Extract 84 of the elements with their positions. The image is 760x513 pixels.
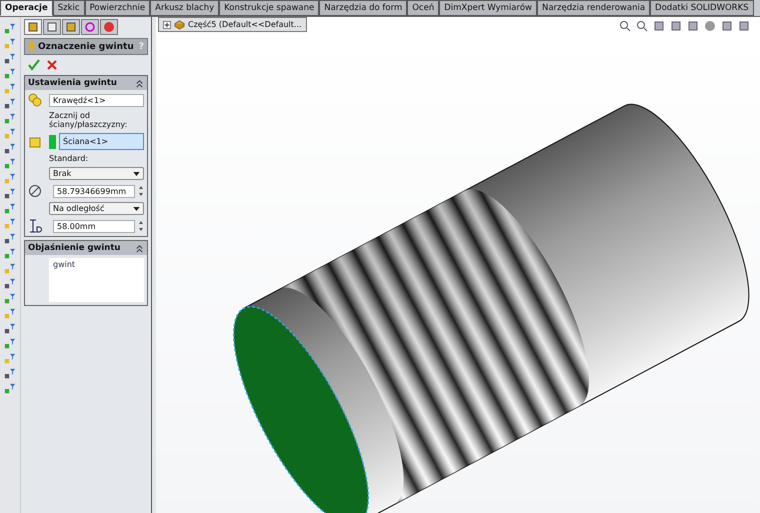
tab-icon: [103, 21, 115, 33]
panel-tab[interactable]: [43, 19, 61, 35]
panel-splitter-handle[interactable]: [151, 17, 156, 513]
filter-icon[interactable]: [4, 143, 16, 155]
panel-tab[interactable]: [24, 19, 42, 35]
thread-icon: [28, 41, 35, 52]
panel-title: Oznaczenie gwintu: [38, 42, 135, 52]
panel-tab[interactable]: [100, 19, 118, 35]
filter-icon[interactable]: [4, 323, 16, 335]
diameter-field[interactable]: 58.79346699mm: [53, 184, 135, 198]
command-tab[interactable]: Powierzchnie: [84, 0, 150, 16]
tab-icon: [84, 21, 96, 33]
part-icon: [174, 19, 185, 30]
tab-icon: [46, 21, 58, 33]
group-header[interactable]: Objaśnienie gwintu: [25, 241, 147, 255]
edge-icon: [28, 93, 42, 107]
diameter-icon: [28, 184, 42, 198]
command-tab[interactable]: Narzędzia renderowania: [536, 0, 650, 16]
spinner-icon[interactable]: [138, 185, 144, 197]
face-icon: [28, 134, 42, 148]
part-name: Część5 (Default<<Default...: [188, 20, 302, 29]
group-title: Ustawienia gwintu: [28, 78, 117, 88]
view-tool-icon[interactable]: [687, 20, 699, 32]
filter-icon[interactable]: [4, 278, 16, 290]
view-tool-icon[interactable]: [721, 20, 733, 32]
filter-icon[interactable]: [4, 68, 16, 80]
filter-icon[interactable]: [4, 338, 16, 350]
filter-icon[interactable]: [4, 203, 16, 215]
face-field[interactable]: Ściana<1>: [59, 133, 144, 150]
caret-icon: [133, 172, 140, 176]
filter-icon[interactable]: [4, 188, 16, 200]
filter-icon[interactable]: [4, 83, 16, 95]
callout-text-field[interactable]: gwint: [49, 258, 144, 302]
filter-icon[interactable]: [4, 368, 16, 380]
filter-icon[interactable]: [4, 233, 16, 245]
view-tool-icon[interactable]: [636, 20, 648, 32]
depth-icon: [28, 219, 42, 233]
panel-tab[interactable]: [62, 19, 80, 35]
filter-icon[interactable]: [4, 23, 16, 35]
view-tool-icon[interactable]: [619, 20, 631, 32]
view-tool-icon[interactable]: [670, 20, 682, 32]
command-tab[interactable]: Narzędzia do form: [319, 0, 408, 16]
filter-icon[interactable]: [4, 173, 16, 185]
caret-icon: [133, 206, 140, 210]
command-tab[interactable]: DimXpert Wymiarów: [439, 0, 537, 16]
collapse-icon[interactable]: [135, 244, 144, 252]
spinner-icon[interactable]: [138, 220, 144, 232]
view-tool-icon[interactable]: [738, 20, 750, 32]
filter-icon[interactable]: [4, 218, 16, 230]
filter-icon[interactable]: [4, 158, 16, 170]
group-header[interactable]: Ustawienia gwintu: [25, 76, 147, 90]
standard-dropdown[interactable]: Brak: [49, 167, 144, 180]
command-tab[interactable]: Szkic: [52, 0, 85, 16]
cancel-icon[interactable]: [46, 59, 58, 71]
expand-icon[interactable]: [163, 20, 171, 28]
filter-icon[interactable]: [4, 113, 16, 125]
collapse-icon[interactable]: [135, 78, 144, 88]
filter-icon[interactable]: [4, 293, 16, 305]
face-swatch: [49, 134, 56, 148]
panel-tab[interactable]: [81, 19, 99, 35]
view-tool-icon[interactable]: [653, 20, 665, 32]
filter-icon[interactable]: [4, 263, 16, 275]
command-tab[interactable]: Arkusz blachy: [150, 0, 220, 16]
feature-tree-item[interactable]: Część5 (Default<<Default...: [158, 17, 307, 32]
filter-icon[interactable]: [4, 53, 16, 65]
start-label: Zacznij od ściany/płaszczyzny:: [48, 111, 128, 129]
standard-label: Standard:: [48, 154, 90, 163]
filter-icon[interactable]: [4, 248, 16, 260]
filter-icon[interactable]: [4, 98, 16, 110]
filter-icon[interactable]: [4, 38, 16, 50]
command-tab[interactable]: Dodatki SOLIDWORKS: [650, 0, 754, 16]
filter-icon[interactable]: [4, 353, 16, 365]
filter-icon[interactable]: [4, 308, 16, 320]
command-tab[interactable]: Oceń: [407, 0, 440, 16]
tab-icon: [27, 21, 39, 33]
tab-icon: [65, 21, 77, 33]
command-tab[interactable]: Operacje: [0, 0, 53, 16]
filter-icon[interactable]: [4, 383, 16, 395]
command-tab[interactable]: Konstrukcje spawane: [219, 0, 320, 16]
group-title: Objaśnienie gwintu: [28, 243, 120, 253]
edge-field[interactable]: Krawędź<1>: [49, 94, 144, 106]
end-condition-dropdown[interactable]: Na odległość: [49, 202, 144, 215]
filter-icon[interactable]: [4, 128, 16, 140]
depth-field[interactable]: 58.00mm: [53, 220, 135, 232]
